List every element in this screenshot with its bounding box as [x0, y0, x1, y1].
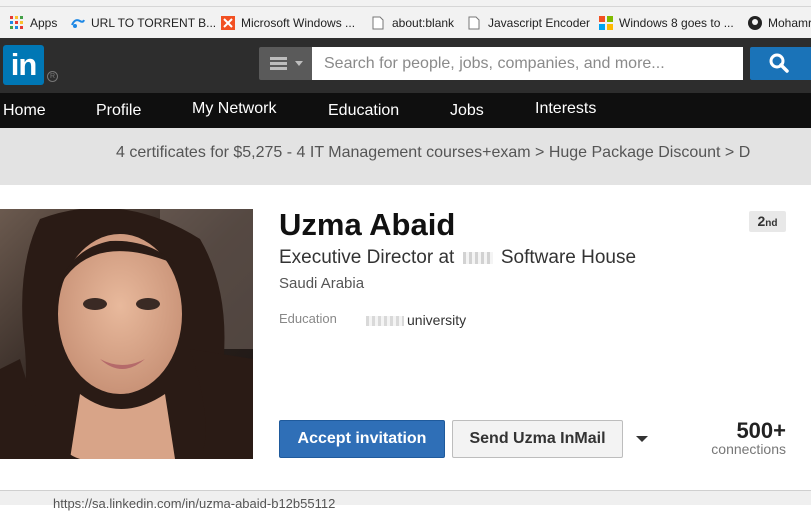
education-name: university [407, 312, 467, 328]
bookmark-label: URL TO TORRENT B... [91, 15, 217, 30]
linkedin-logo[interactable]: in [3, 45, 44, 85]
send-inmail-button[interactable]: Send Uzma InMail [452, 420, 623, 458]
bookmark-about-blank[interactable]: about:blank [372, 7, 454, 38]
apps-grid-icon [10, 15, 24, 30]
nav-home[interactable]: Home [3, 93, 46, 128]
ad-text[interactable]: 4 certificates for $5,275 - 4 IT Managem… [116, 144, 750, 162]
accept-invitation-button[interactable]: Accept invitation [279, 420, 445, 458]
bookmark-windows-8[interactable]: Windows 8 goes to ... [599, 7, 734, 38]
page-icon [372, 16, 386, 30]
nav-education[interactable]: Education [328, 93, 399, 128]
github-icon [748, 15, 762, 30]
bookmark-apps[interactable]: Apps [10, 7, 57, 38]
torrent-icon [71, 16, 85, 30]
profile-photo[interactable] [0, 209, 253, 459]
bookmark-github[interactable]: Mohamr [748, 7, 811, 38]
nav-jobs[interactable]: Jobs [450, 93, 484, 128]
redacted-company [462, 251, 493, 264]
windows-logo-icon [599, 15, 613, 30]
bookmark-label: Javascript Encoder [488, 15, 591, 30]
more-actions-dropdown[interactable] [632, 429, 652, 449]
registered-mark: R [47, 71, 58, 82]
profile-photo-image [0, 209, 253, 459]
education-label: Education [279, 311, 337, 326]
bookmark-label: Windows 8 goes to ... [619, 15, 734, 30]
menu-icon [270, 57, 303, 70]
page-icon [468, 16, 482, 30]
bookmark-label: about:blank [392, 15, 455, 30]
profile-name: Uzma Abaid [279, 207, 456, 242]
chevron-down-icon [636, 436, 648, 442]
nav-interests[interactable]: Interests [535, 91, 596, 126]
search-category-dropdown[interactable] [259, 47, 312, 80]
search-input[interactable] [312, 47, 743, 80]
bookmark-javascript-encoder[interactable]: Javascript Encoder [468, 7, 590, 38]
redacted-school [366, 316, 404, 327]
bookmark-microsoft-windows[interactable]: Microsoft Windows ... [221, 7, 355, 38]
headline-prefix: Executive Director at [279, 247, 455, 268]
nav-my-network[interactable]: My Network [192, 91, 276, 126]
connection-degree-badge: 2nd [749, 211, 786, 232]
profile-location: Saudi Arabia [279, 275, 365, 292]
headline-suffix: Software House [500, 247, 637, 268]
windows-logo-icon [221, 15, 235, 30]
bookmarks-bar: Apps URL TO TORRENT B... Microsoft Windo… [0, 7, 811, 39]
nav-profile[interactable]: Profile [96, 93, 141, 128]
connections-label: connections [711, 441, 786, 457]
search-icon [769, 53, 789, 73]
education-value[interactable]: university [366, 312, 466, 328]
browser-address-strip [0, 0, 811, 7]
profile-headline: Executive Director at Software House [279, 247, 636, 269]
bookmark-label: Mohamr [768, 15, 811, 30]
bookmark-url-to-torrent[interactable]: URL TO TORRENT B... [71, 7, 216, 38]
bookmark-label: Apps [30, 15, 58, 30]
bookmark-label: Microsoft Windows ... [241, 15, 356, 30]
search-button[interactable] [750, 47, 811, 80]
degree-suffix: nd [765, 218, 778, 229]
